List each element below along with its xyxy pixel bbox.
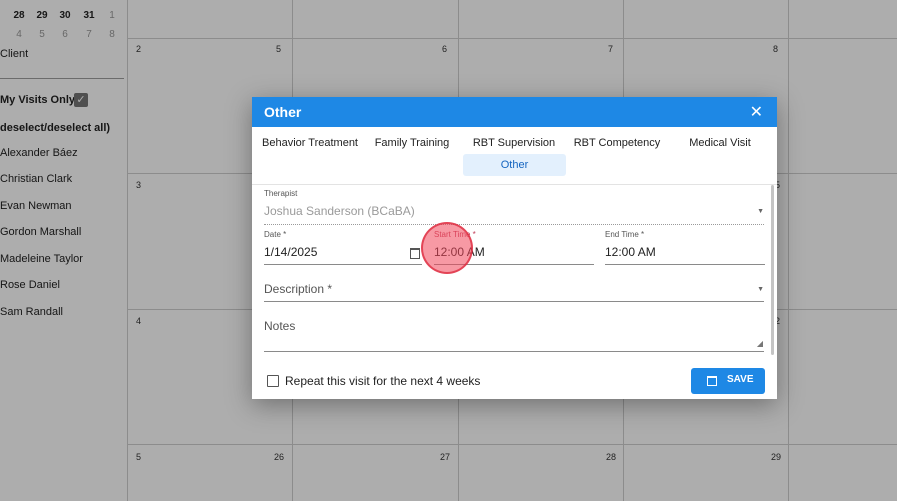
date-field[interactable]: Date * 1/14/2025	[264, 230, 422, 266]
calendar-icon	[707, 376, 717, 386]
therapist-label: Therapist	[264, 189, 298, 198]
close-icon[interactable]: ✕	[750, 102, 763, 122]
therapist-select[interactable]: Therapist Joshua Sanderson (BCaBA) ▼	[264, 189, 764, 227]
tab-rbt-competency[interactable]: RBT Competency	[572, 132, 662, 154]
chevron-down-icon: ▼	[757, 208, 764, 215]
description-select[interactable]: Description * ▼	[264, 281, 764, 303]
save-label: SAVE	[727, 374, 754, 385]
click-indicator	[421, 222, 473, 274]
therapist-value: Joshua Sanderson (BCaBA)	[264, 204, 415, 218]
tab-other[interactable]: Other	[463, 154, 566, 176]
tab-rbt-supervision[interactable]: RBT Supervision	[470, 132, 558, 154]
end-time-underline	[605, 264, 765, 265]
notes-textarea[interactable]: Notes ◢	[264, 318, 764, 353]
calendar-icon[interactable]	[410, 248, 420, 259]
dialog-header: Other ✕	[252, 97, 777, 127]
notes-placeholder: Notes	[264, 319, 296, 333]
end-time-label: End Time *	[605, 230, 645, 239]
date-value: 1/14/2025	[264, 245, 318, 259]
tab-medical-visit[interactable]: Medical Visit	[683, 132, 757, 154]
end-time-value: 12:00 AM	[605, 245, 656, 259]
visit-type-tabs: Behavior Treatment Family Training RBT S…	[252, 127, 777, 185]
repeat-visit-label[interactable]: Repeat this visit for the next 4 weeks	[285, 374, 480, 388]
dialog-title: Other	[264, 104, 302, 120]
tab-family-training[interactable]: Family Training	[370, 132, 454, 154]
description-underline	[264, 301, 764, 302]
visit-dialog: Other ✕ Behavior Treatment Family Traini…	[252, 97, 777, 399]
dialog-scrollbar[interactable]	[771, 185, 774, 355]
therapist-underline	[264, 224, 764, 225]
notes-underline	[264, 351, 764, 352]
end-time-field[interactable]: End Time * 12:00 AM	[605, 230, 765, 266]
resize-handle-icon[interactable]: ◢	[757, 339, 763, 348]
repeat-visit-checkbox[interactable]	[267, 375, 279, 387]
save-button[interactable]: SAVE	[691, 368, 765, 394]
date-underline	[264, 264, 422, 265]
tab-behavior-treatment[interactable]: Behavior Treatment	[260, 132, 360, 154]
date-label: Date *	[264, 230, 287, 239]
chevron-down-icon: ▼	[757, 286, 764, 293]
description-placeholder: Description *	[264, 282, 333, 296]
